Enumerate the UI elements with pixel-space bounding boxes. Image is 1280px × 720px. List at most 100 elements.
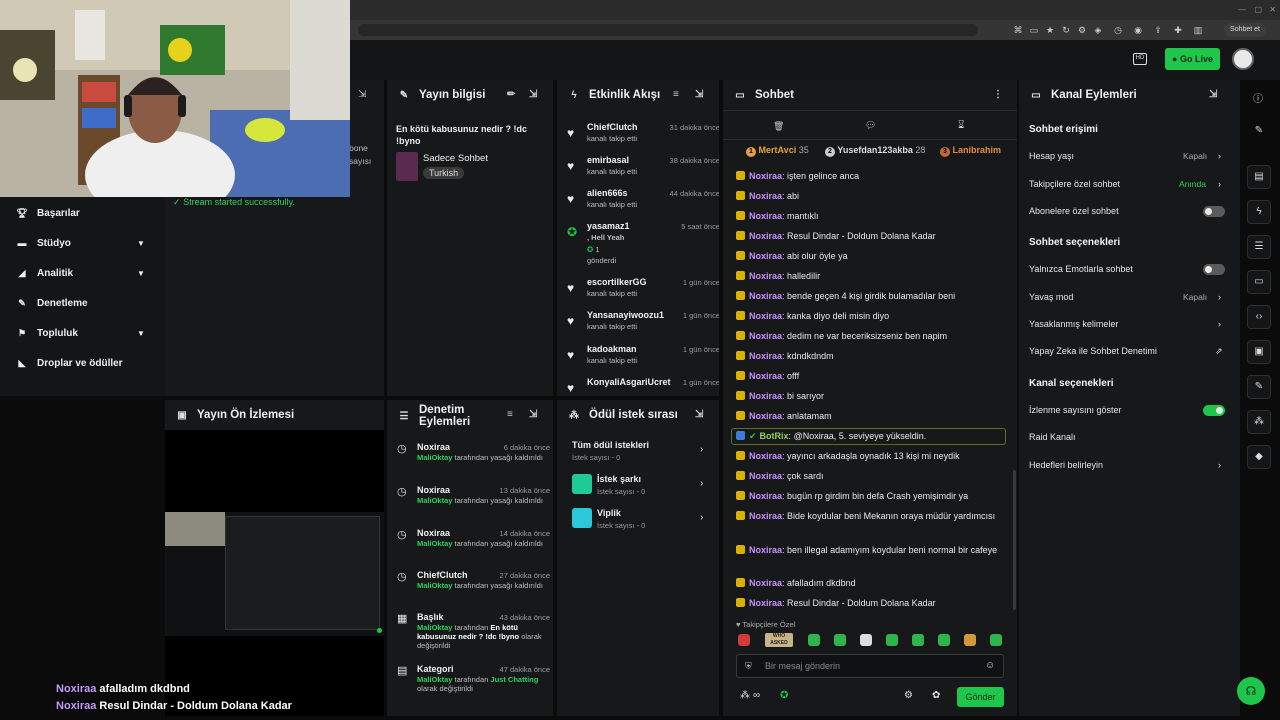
- send-button[interactable]: Gönder: [957, 687, 1004, 707]
- reward-all-requests[interactable]: Tüm ödül istekleri İstek sayısı - 0 ›: [572, 440, 712, 464]
- activity-user[interactable]: Yansanayiwoozu1: [587, 310, 664, 320]
- emote-angry[interactable]: [738, 634, 750, 646]
- nav-item-drops[interactable]: ◣ Droplar ve ödüller: [15, 355, 123, 371]
- emote-5[interactable]: [912, 634, 924, 646]
- top-chatter-1[interactable]: 1 MertAvci 35: [746, 145, 809, 157]
- nav-item-moderation[interactable]: ✎ Denetleme: [15, 295, 87, 311]
- raid-channel-label[interactable]: Raid Kanalı: [1029, 432, 1076, 442]
- help-chat-button[interactable]: ☊: [1237, 677, 1265, 705]
- chat-username[interactable]: Noxiraa: [749, 451, 782, 461]
- activity-user[interactable]: yasamaz1: [587, 221, 630, 231]
- subscribers-only-toggle[interactable]: [1203, 206, 1225, 217]
- trash-icon[interactable]: 🗑︎: [773, 121, 784, 132]
- emote-only-toggle[interactable]: [1203, 264, 1225, 275]
- moderator-name[interactable]: MaliOktay: [417, 581, 452, 590]
- chat-scrollbar[interactable]: [1013, 470, 1016, 610]
- emote-who-asked[interactable]: WHO ASKED: [765, 633, 793, 647]
- emote-1[interactable]: [808, 634, 820, 646]
- banned-words-label[interactable]: Yasaklanmış kelimeler: [1029, 319, 1118, 329]
- activity-user[interactable]: escortilkerGG: [587, 277, 647, 287]
- chat-username[interactable]: Noxiraa: [749, 471, 782, 481]
- sidebar-preview-button[interactable]: ▣: [1247, 340, 1271, 364]
- go-live-button[interactable]: ● Go Live: [1165, 48, 1220, 70]
- emote-8[interactable]: [990, 634, 1002, 646]
- chat-username[interactable]: Noxiraa: [749, 171, 782, 181]
- chat-username[interactable]: Noxiraa: [749, 491, 782, 501]
- info-icon[interactable]: ⓘ: [1253, 90, 1263, 105]
- activity-user[interactable]: alien666s: [587, 188, 628, 198]
- popout-icon[interactable]: ⇲: [529, 409, 537, 420]
- popout-icon[interactable]: ⇲: [529, 89, 537, 100]
- moderation-target[interactable]: Başlık: [417, 612, 444, 622]
- chevron-right-icon[interactable]: ›: [1218, 460, 1221, 470]
- ai-moderation-label[interactable]: Yapay Zeka ile Sohbet Denetimi: [1029, 346, 1157, 356]
- sidebar-activity-button[interactable]: ϟ: [1247, 200, 1271, 224]
- settings-icon[interactable]: ⚙: [904, 690, 913, 701]
- browser-profile-chip[interactable]: Sohbet et: [1224, 23, 1266, 37]
- chat-username[interactable]: Noxiraa: [749, 511, 782, 521]
- emote-2[interactable]: [834, 634, 846, 646]
- sidebar-stream-info-button[interactable]: ▤: [1247, 165, 1271, 189]
- nav-item-community[interactable]: ⚑ Topluluk ▼: [15, 325, 145, 341]
- top-chatter-2[interactable]: 2 Yusefdan123akba 28: [825, 145, 925, 157]
- sidebar-gift-button[interactable]: ◆: [1247, 445, 1271, 469]
- shield-icon[interactable]: ◈: [1092, 24, 1104, 36]
- sidebar-rewards-button[interactable]: ⁂: [1247, 410, 1271, 434]
- emote-4[interactable]: [886, 634, 898, 646]
- sidebar-raid-button[interactable]: ‹›: [1247, 305, 1271, 329]
- activity-user[interactable]: kadoakman: [587, 344, 637, 354]
- history-icon[interactable]: ◷: [1112, 24, 1124, 36]
- set-goals-label[interactable]: Hedefleri belirleyin: [1029, 460, 1103, 470]
- translate-icon[interactable]: ⌘: [1012, 24, 1024, 36]
- popout-icon[interactable]: ⇲: [358, 89, 366, 100]
- account-age-label[interactable]: Hesap yaşı: [1029, 151, 1074, 161]
- eye-icon[interactable]: ◉: [1132, 24, 1144, 36]
- moderator-name[interactable]: MaliOktay: [417, 453, 452, 462]
- followers-only-chat-label[interactable]: Takipçilere özel sohbet: [1029, 179, 1120, 189]
- bot-icon[interactable]: ✿: [932, 690, 940, 701]
- refresh-icon[interactable]: ↻: [1060, 24, 1072, 36]
- sidebar-tools-button[interactable]: ✎: [1247, 375, 1271, 399]
- chat-username[interactable]: Noxiraa: [749, 231, 782, 241]
- user-avatar[interactable]: [1232, 48, 1254, 70]
- sidebar-icon[interactable]: ▥: [1192, 24, 1204, 36]
- chat-input-field[interactable]: ⛨ Bir mesaj gönderin ☺: [736, 654, 1004, 678]
- moderator-name[interactable]: MaliOktay: [417, 496, 452, 505]
- moderator-name[interactable]: MaliOktay: [417, 623, 452, 632]
- popout-icon[interactable]: ⇲: [1209, 89, 1217, 100]
- chat-username[interactable]: Noxiraa: [749, 311, 782, 321]
- sidebar-chat-button[interactable]: ▭: [1247, 270, 1271, 294]
- address-field[interactable]: [358, 24, 978, 36]
- nav-item-studio[interactable]: ▬ Stüdyo ▼: [15, 235, 145, 251]
- category-name[interactable]: Sadece Sohbet: [423, 153, 488, 164]
- moderation-target[interactable]: Kategori: [417, 664, 454, 674]
- moderator-name[interactable]: MaliOktay: [417, 675, 452, 684]
- nav-item-analytics[interactable]: ◢ Analitik ▼: [15, 265, 145, 281]
- chat-username[interactable]: Noxiraa: [749, 291, 782, 301]
- nav-item-achievements[interactable]: 🏆︎ Başarılar: [15, 205, 80, 221]
- filter-icon[interactable]: ≡: [507, 409, 513, 420]
- activity-user[interactable]: emirbasal: [587, 155, 629, 165]
- chevron-right-icon[interactable]: ›: [1218, 292, 1221, 302]
- external-link-icon[interactable]: ⇗: [1215, 346, 1223, 357]
- emote-7[interactable]: [964, 634, 976, 646]
- chat-username[interactable]: Noxiraa: [749, 578, 782, 588]
- chat-username[interactable]: Noxiraa: [749, 271, 782, 281]
- moderation-target[interactable]: Noxiraa: [417, 485, 450, 495]
- chat-username[interactable]: Noxiraa: [749, 371, 782, 381]
- activity-user[interactable]: ChiefClutch: [587, 122, 638, 132]
- chat-username[interactable]: Noxiraa: [749, 251, 782, 261]
- edit-icon[interactable]: ✏: [507, 89, 515, 100]
- chat-username[interactable]: Noxiraa: [749, 331, 782, 341]
- popout-icon[interactable]: ⇲: [695, 89, 703, 100]
- emote-6[interactable]: [938, 634, 950, 646]
- moderator-name[interactable]: MaliOktay: [417, 539, 452, 548]
- maximize-icon[interactable]: ▢: [1254, 5, 1262, 14]
- reward-vip[interactable]: Viplik İstek sayısı - 0 ›: [572, 508, 712, 532]
- moderation-target[interactable]: Noxiraa: [417, 528, 450, 538]
- emote-3[interactable]: [860, 634, 872, 646]
- chat-username[interactable]: BotRix: [760, 431, 789, 441]
- puzzle-icon[interactable]: ✚: [1172, 24, 1184, 36]
- filter-icon[interactable]: ≡: [673, 89, 679, 100]
- page-icon[interactable]: ▭: [1028, 24, 1040, 36]
